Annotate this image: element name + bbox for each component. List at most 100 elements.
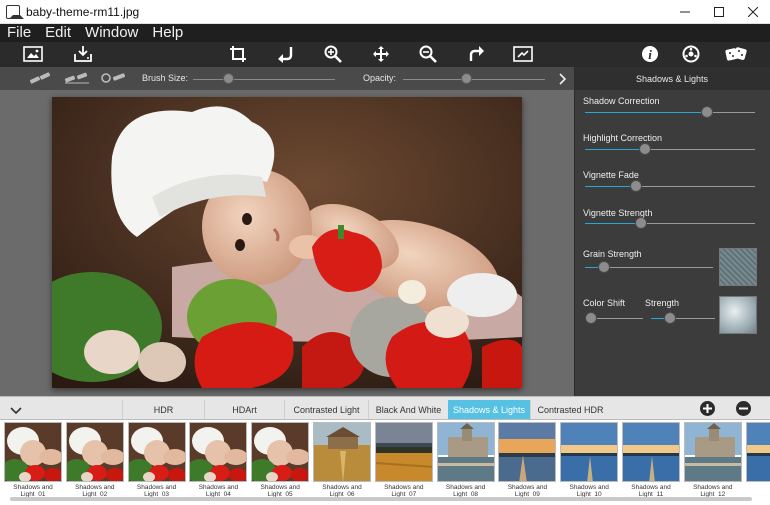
undo-button[interactable] <box>274 42 298 66</box>
vignette-strength-slider[interactable] <box>635 217 648 229</box>
grain-strength-label: Grain Strength <box>583 249 642 259</box>
move-icon <box>373 46 389 62</box>
preset-thumbnail[interactable]: Shadows and Light_04 <box>189 422 248 501</box>
tab-shadows-lights[interactable]: Shadows & Lights <box>448 400 530 419</box>
slider-fill <box>585 149 645 150</box>
opacity-slider[interactable] <box>460 73 472 84</box>
reset-brush-icon <box>101 73 126 83</box>
preset-thumbnail-label: Shadows and Light_09 <box>507 484 548 498</box>
slider-fill <box>585 223 642 224</box>
baby-photo-image <box>52 97 522 388</box>
app-window: baby-theme-rm11.jpg File Edit Window Hel… <box>0 0 770 505</box>
zoom-out-button[interactable] <box>416 42 440 66</box>
preset-thumbnail[interactable] <box>745 422 770 501</box>
zoom-in-button[interactable] <box>321 42 345 66</box>
slider-fill <box>585 186 636 187</box>
close-button[interactable] <box>736 0 770 24</box>
info-button[interactable]: i <box>638 42 662 66</box>
preset-thumbnail[interactable]: Shadows and Light_01 <box>4 422 62 501</box>
preset-thumbnail[interactable]: Shadows and Light_02 <box>65 422 124 501</box>
preset-thumbnail-label: Shadows and Light_12 <box>693 484 733 498</box>
zoom-in-icon <box>324 45 342 63</box>
save-image-button[interactable] <box>71 42 95 66</box>
erase-tool-button[interactable] <box>63 71 91 90</box>
grain-texture-swatch[interactable] <box>719 248 757 286</box>
shadow-correction-slider[interactable] <box>701 106 714 118</box>
add-preset-button[interactable] <box>700 401 715 416</box>
app-image-icon <box>6 4 24 19</box>
remove-preset-button[interactable] <box>736 401 751 416</box>
fit-image-button[interactable] <box>511 42 535 66</box>
preset-thumbnail[interactable]: Shadows and Light_10 <box>560 422 619 501</box>
redo-button[interactable] <box>464 42 488 66</box>
preset-thumbnail-label: Shadows and Light_03 <box>136 484 177 498</box>
vignette-fade-slider[interactable] <box>630 180 642 192</box>
plus-icon <box>703 404 712 413</box>
preset-thumbnail-label: Shadows and Light_01 <box>13 484 53 498</box>
brush-size-slider[interactable] <box>222 73 234 84</box>
collapse-panel-button[interactable] <box>558 72 568 91</box>
preset-thumbnail-label: Shadows and Light_07 <box>384 484 424 498</box>
open-image-button[interactable] <box>21 42 45 66</box>
menu-edit[interactable]: Edit <box>38 24 78 42</box>
brush-icon <box>29 72 51 84</box>
preset-thumbnail-image <box>498 422 557 482</box>
svg-text:i: i <box>648 47 652 62</box>
color-shift-slider[interactable] <box>585 312 597 324</box>
minimize-button[interactable] <box>668 0 702 24</box>
tab-contrasted-light[interactable]: Contrasted Light <box>284 400 368 419</box>
tab-hdart[interactable]: HDArt <box>204 400 284 419</box>
tab-contrasted-hdr[interactable]: Contrasted HDR <box>530 400 610 419</box>
preset-thumbnail[interactable]: Shadows and Light_11 <box>622 422 680 501</box>
move-button[interactable] <box>369 42 393 66</box>
brush-size-track[interactable] <box>193 79 335 80</box>
preset-thumbnail-image <box>560 422 619 482</box>
save-image-icon <box>74 46 92 62</box>
preset-thumbnail[interactable]: Shadows and Light_08 <box>436 422 495 501</box>
highlight-correction-slider[interactable] <box>638 143 651 155</box>
redo-icon <box>469 46 484 61</box>
opacity-track[interactable] <box>403 79 545 80</box>
minimize-icon <box>680 11 690 13</box>
reset-brush-button[interactable] <box>100 71 128 90</box>
brush-size-label: Brush Size: <box>142 73 189 83</box>
strength-slider[interactable] <box>664 312 677 324</box>
maximize-icon <box>714 7 724 17</box>
brush-tool-button[interactable] <box>28 71 54 90</box>
preset-thumbnail[interactable]: Shadows and Light_03 <box>127 422 186 501</box>
tab-black-and-white[interactable]: Black And White <box>368 400 448 419</box>
menu-window[interactable]: Window <box>78 24 145 42</box>
preset-thumbnail-image <box>313 422 371 482</box>
menu-file[interactable]: File <box>0 24 38 42</box>
maximize-button[interactable] <box>702 0 736 24</box>
thumbnail-scrollbar[interactable] <box>10 497 752 501</box>
window-title: baby-theme-rm11.jpg <box>26 4 140 19</box>
crop-button[interactable] <box>226 42 250 66</box>
tab-hdr[interactable]: HDR <box>122 400 204 419</box>
menu-bar: File Edit Window Help <box>0 24 770 42</box>
chevron-right-icon <box>559 73 567 85</box>
preset-thumbnail-image <box>683 422 742 482</box>
preset-thumbnail[interactable]: Shadows and Light_12 <box>683 422 742 501</box>
preset-thumbnail-image <box>622 422 680 482</box>
preset-thumbnail[interactable]: Shadows and Light_06 <box>313 422 371 501</box>
color-shift-texture-swatch[interactable] <box>719 296 757 334</box>
adjustments-panel: Shadow Correction Highlight Correction V… <box>574 90 770 396</box>
collapse-presets-button[interactable] <box>10 403 22 421</box>
preset-thumbnail-image <box>374 422 433 482</box>
preset-thumbnail-image <box>745 422 770 482</box>
menu-help[interactable]: Help <box>145 24 190 42</box>
preset-thumbnail-label: Shadows and Light_05 <box>260 484 300 498</box>
info-icon: i <box>642 46 658 62</box>
photo-canvas[interactable] <box>52 97 522 388</box>
preset-thumbnail[interactable]: Shadows and Light_09 <box>498 422 557 501</box>
random-button[interactable] <box>724 42 748 66</box>
settings-button[interactable] <box>679 42 703 66</box>
preset-thumbnail[interactable]: Shadows and Light_07 <box>374 422 433 501</box>
preset-thumbnail-image <box>189 422 248 482</box>
random-dice-icon <box>725 47 747 61</box>
preset-category-bar: HDR HDArt Contrasted Light Black And Whi… <box>0 396 770 420</box>
grain-strength-slider[interactable] <box>598 261 611 273</box>
settings-icon <box>682 45 700 63</box>
preset-thumbnail[interactable]: Shadows and Light_05 <box>251 422 310 501</box>
